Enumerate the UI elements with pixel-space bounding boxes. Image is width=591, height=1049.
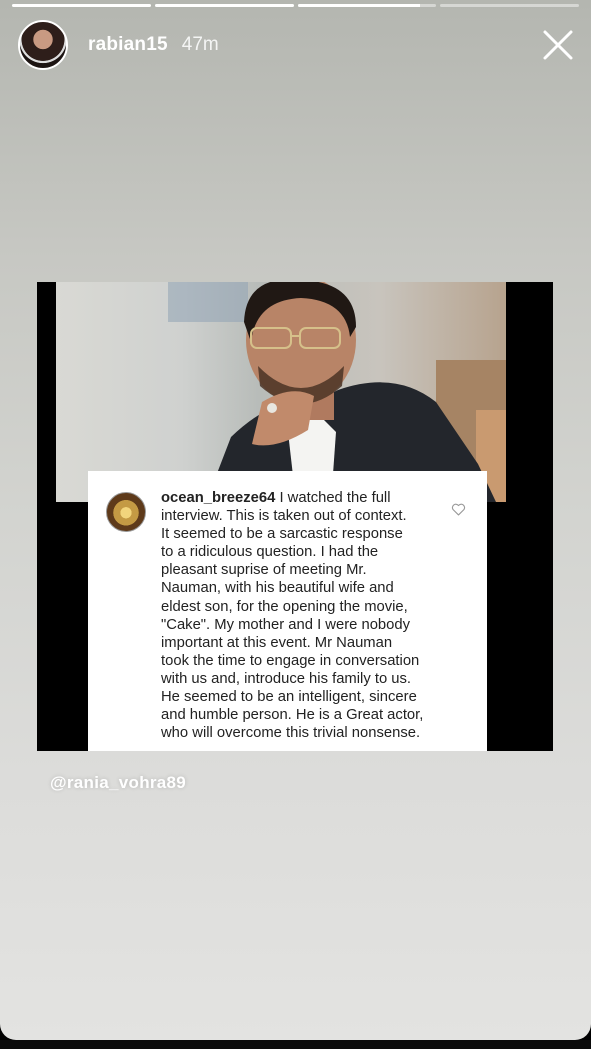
story-header: rabian15 47m [18,19,575,71]
shared-post[interactable]: ocean_breeze64 I watched the full interv… [37,282,553,751]
username[interactable]: rabian15 [88,34,168,56]
comment-body: I watched the full interview. This is ta… [161,490,424,742]
comment-card: ocean_breeze64 I watched the full interv… [88,471,487,751]
progress-segment [12,4,151,7]
bottom-bar [0,1040,591,1049]
progress-segment [440,4,579,7]
man-portrait-image [168,282,506,502]
comment-text: ocean_breeze64 I watched the full interv… [161,489,451,742]
progress-segment [154,4,294,7]
close-icon[interactable] [541,28,575,62]
heart-icon[interactable] [451,502,466,516]
progress-segment [297,4,437,7]
story-viewer[interactable]: rabian15 47m ocean_breeze64 I watched th… [0,0,591,1040]
commenter-username[interactable]: ocean_breeze64 [161,490,275,506]
story-progress [12,4,579,7]
mention-sticker[interactable]: @rania_vohra89 [50,773,186,793]
timestamp: 47m [181,34,219,55]
post-photo [56,282,506,502]
avatar[interactable] [18,20,68,70]
commenter-avatar[interactable] [106,492,146,532]
